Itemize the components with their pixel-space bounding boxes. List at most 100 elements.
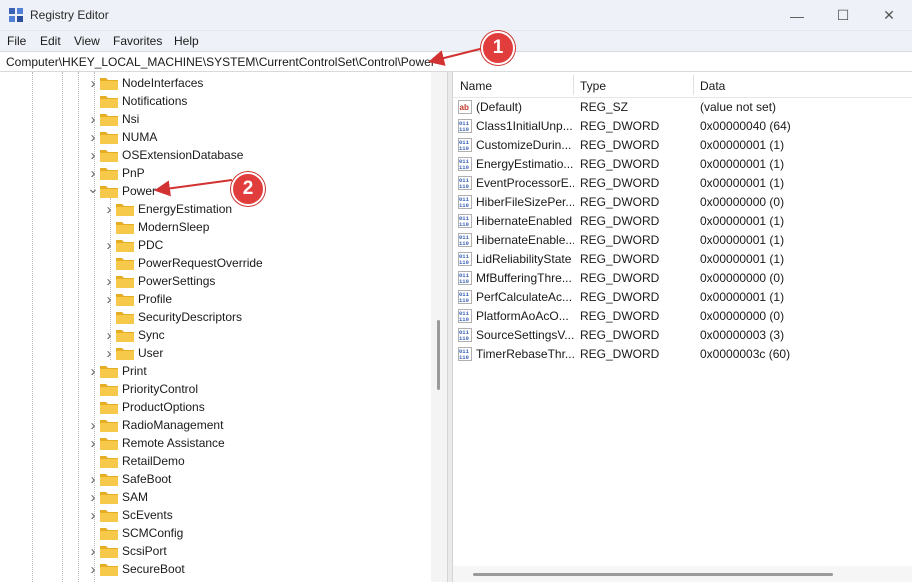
tree-item[interactable]: ›Remote Assistance (86, 434, 225, 452)
tree-item[interactable]: ›SafeBoot (86, 470, 171, 488)
value-row[interactable]: 011110TimerRebaseThr...REG_DWORD0x000000… (453, 345, 912, 364)
chevron-right-icon[interactable]: › (86, 434, 100, 452)
value-name: HibernateEnable... (476, 233, 574, 247)
tree-item[interactable]: PriorityControl (86, 380, 198, 398)
chevron-right-icon[interactable]: › (86, 470, 100, 488)
chevron-right-icon[interactable]: › (86, 110, 100, 128)
list-scrollbar-thumb[interactable] (473, 573, 833, 576)
tree-item[interactable]: ›ScsiPort (86, 542, 167, 560)
key-tree[interactable]: › NodeInterfaces Notifications›Nsi›NUMA›OS… (0, 72, 447, 582)
tree-item[interactable]: ›SecureBoot (86, 560, 185, 578)
tree-item[interactable]: ›Profile (102, 290, 172, 308)
value-row[interactable]: 011110EnergyEstimatio...REG_DWORD0x00000… (453, 155, 912, 174)
tree-item[interactable]: ›Print (86, 362, 147, 380)
value-row[interactable]: 011110Class1InitialUnp...REG_DWORD0x0000… (453, 117, 912, 136)
chevron-right-icon[interactable]: › (86, 128, 100, 146)
tree-spacer (102, 254, 116, 272)
tree-item-label: SCMConfig (122, 526, 183, 540)
tree-item-label: Sync (138, 328, 165, 342)
tree-item[interactable]: ›RadioManagement (86, 416, 223, 434)
values-list[interactable]: Name Type Data ab(Default)REG_SZ(value n… (453, 72, 912, 582)
chevron-right-icon[interactable]: › (86, 506, 100, 524)
folder-icon (116, 347, 134, 360)
column-name[interactable]: Name (460, 79, 492, 93)
folder-icon (116, 293, 134, 306)
chevron-right-icon[interactable]: › (102, 344, 116, 362)
maximize-button[interactable]: ☐ (818, 0, 868, 31)
tree-item[interactable]: ⌄Power (86, 182, 156, 200)
chevron-down-icon[interactable]: ⌄ (86, 179, 100, 197)
tree-item[interactable]: ModernSleep (102, 218, 209, 236)
tree-item[interactable]: ›PDC (102, 236, 163, 254)
chevron-right-icon[interactable]: › (86, 542, 100, 560)
chevron-right-icon[interactable]: › (86, 488, 100, 506)
menu-edit[interactable]: Edit (40, 34, 61, 48)
value-name: PlatformAoAcO... (476, 309, 574, 323)
column-data[interactable]: Data (700, 79, 725, 93)
chevron-right-icon[interactable]: › (102, 236, 116, 254)
tree-scrollbar-thumb[interactable] (437, 320, 440, 390)
chevron-right-icon[interactable]: › (102, 200, 116, 218)
address-path[interactable]: Computer\HKEY_LOCAL_MACHINE\SYSTEM\Curre… (6, 55, 435, 69)
value-row[interactable]: 011110PerfCalculateAc...REG_DWORD0x00000… (453, 288, 912, 307)
tree-item[interactable]: ›EnergyEstimation (102, 200, 232, 218)
tree-item-label: SecurityDescriptors (138, 310, 242, 324)
folder-icon (116, 257, 134, 270)
tree-item[interactable]: › NodeInterfaces (86, 74, 203, 92)
menu-favorites[interactable]: Favorites (113, 34, 162, 48)
value-row[interactable]: 011110LidReliabilityStateREG_DWORD0x0000… (453, 250, 912, 269)
value-row[interactable]: 011110EventProcessorE...REG_DWORD0x00000… (453, 174, 912, 193)
chevron-right-icon[interactable]: › (86, 74, 100, 92)
value-row[interactable]: 011110CustomizeDurin...REG_DWORD0x000000… (453, 136, 912, 155)
tree-item-label: NodeInterfaces (122, 76, 203, 90)
tree-item[interactable]: ProductOptions (86, 398, 205, 416)
chevron-right-icon[interactable]: › (86, 362, 100, 380)
chevron-right-icon[interactable]: › (86, 560, 100, 578)
tree-item[interactable]: ›PowerSettings (102, 272, 215, 290)
tree-item[interactable]: › Sync (102, 326, 165, 344)
menu-view[interactable]: View (74, 34, 100, 48)
value-row[interactable]: 011110PlatformAoAcO...REG_DWORD0x0000000… (453, 307, 912, 326)
column-separator[interactable] (693, 75, 694, 95)
tree-item[interactable]: ›Nsi (86, 110, 139, 128)
tree-item[interactable]: ›ScEvents (86, 506, 173, 524)
list-horizontal-scrollbar[interactable] (453, 566, 912, 582)
tree-item[interactable]: SCMConfig (86, 524, 183, 542)
tree-item[interactable]: PowerRequestOverride (102, 254, 263, 272)
tree-spacer (86, 398, 100, 416)
tree-item[interactable]: RetailDemo (86, 452, 185, 470)
value-row[interactable]: 011110HiberFileSizePer...REG_DWORD0x0000… (453, 193, 912, 212)
svg-text:110: 110 (459, 183, 469, 190)
value-type: REG_DWORD (580, 157, 690, 171)
tree-spacer (86, 92, 100, 110)
value-type: REG_SZ (580, 100, 690, 114)
value-row[interactable]: 011110HibernateEnabledREG_DWORD0x0000000… (453, 212, 912, 231)
chevron-right-icon[interactable]: › (102, 326, 116, 344)
tree-item[interactable]: ›SAM (86, 488, 148, 506)
tree-item[interactable]: ›OSExtensionDatabase (86, 146, 243, 164)
value-row[interactable]: 011110MfBufferingThre...REG_DWORD0x00000… (453, 269, 912, 288)
chevron-right-icon[interactable]: › (86, 416, 100, 434)
tree-item[interactable]: ›User (102, 344, 163, 362)
chevron-right-icon[interactable]: › (102, 272, 116, 290)
tree-scrollbar[interactable] (431, 72, 447, 582)
column-type[interactable]: Type (580, 79, 606, 93)
column-separator[interactable] (573, 75, 574, 95)
close-button[interactable]: ✕ (864, 0, 912, 31)
value-row[interactable]: 011110SourceSettingsV...REG_DWORD0x00000… (453, 326, 912, 345)
menu-file[interactable]: File (7, 34, 26, 48)
tree-item[interactable]: ›NUMA (86, 128, 157, 146)
chevron-right-icon[interactable]: › (86, 146, 100, 164)
svg-text:110: 110 (459, 240, 469, 247)
folder-icon (100, 77, 118, 90)
minimize-button[interactable]: — (772, 0, 822, 31)
address-bar[interactable]: Computer\HKEY_LOCAL_MACHINE\SYSTEM\Curre… (0, 51, 912, 72)
value-row[interactable]: 011110HibernateEnable...REG_DWORD0x00000… (453, 231, 912, 250)
tree-item[interactable]: SecurityDescriptors (102, 308, 242, 326)
menu-help[interactable]: Help (174, 34, 199, 48)
chevron-right-icon[interactable]: › (102, 290, 116, 308)
tree-item[interactable]: Notifications (86, 92, 187, 110)
svg-text:110: 110 (459, 221, 469, 228)
dword-value-icon: 011110 (458, 176, 472, 190)
value-row[interactable]: ab(Default)REG_SZ(value not set) (453, 98, 912, 117)
